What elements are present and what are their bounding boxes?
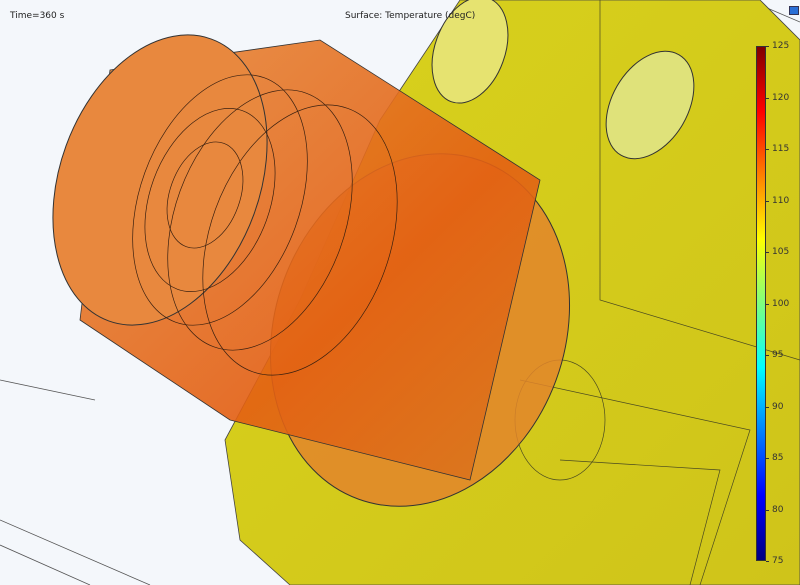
colorbar-tick-mark — [766, 252, 769, 253]
plot-title: Surface: Temperature (degC) — [345, 11, 476, 21]
colorbar — [756, 46, 766, 561]
colorbar-tick-label: 125 — [772, 41, 790, 51]
colorbar-tick-mark — [766, 509, 769, 511]
colorbar-tick-mark — [766, 406, 769, 408]
colorbar-tick-label: 85 — [772, 453, 784, 463]
colorbar-tick-mark — [766, 149, 769, 150]
colorbar-tick-mark — [766, 561, 769, 562]
colorbar-tick-mark — [766, 46, 769, 47]
time-label: Time=360 s — [10, 11, 65, 21]
colorbar-tick-mark — [766, 458, 769, 459]
colorbar-tick-label: 95 — [772, 350, 784, 360]
colorbar-tick-label: 100 — [772, 298, 790, 309]
3d-model-view[interactable] — [0, 0, 800, 585]
colorbar-tick-mark — [766, 355, 769, 356]
colorbar-tick-label: 80 — [772, 504, 784, 515]
colorbar-tick-label: 120 — [772, 92, 790, 103]
colorbar-tick-label: 110 — [772, 195, 790, 206]
view-icon[interactable] — [789, 6, 799, 15]
colorbar-tick-mark — [766, 303, 769, 305]
colorbar-tick-mark — [766, 97, 769, 99]
colorbar-tick-label: 115 — [772, 144, 790, 154]
colorbar-tick-mark — [766, 200, 769, 202]
colorbar-tick-label: 90 — [772, 401, 784, 412]
colorbar-tick-label: 105 — [772, 247, 790, 257]
colorbar-tick-label: 75 — [772, 556, 784, 566]
